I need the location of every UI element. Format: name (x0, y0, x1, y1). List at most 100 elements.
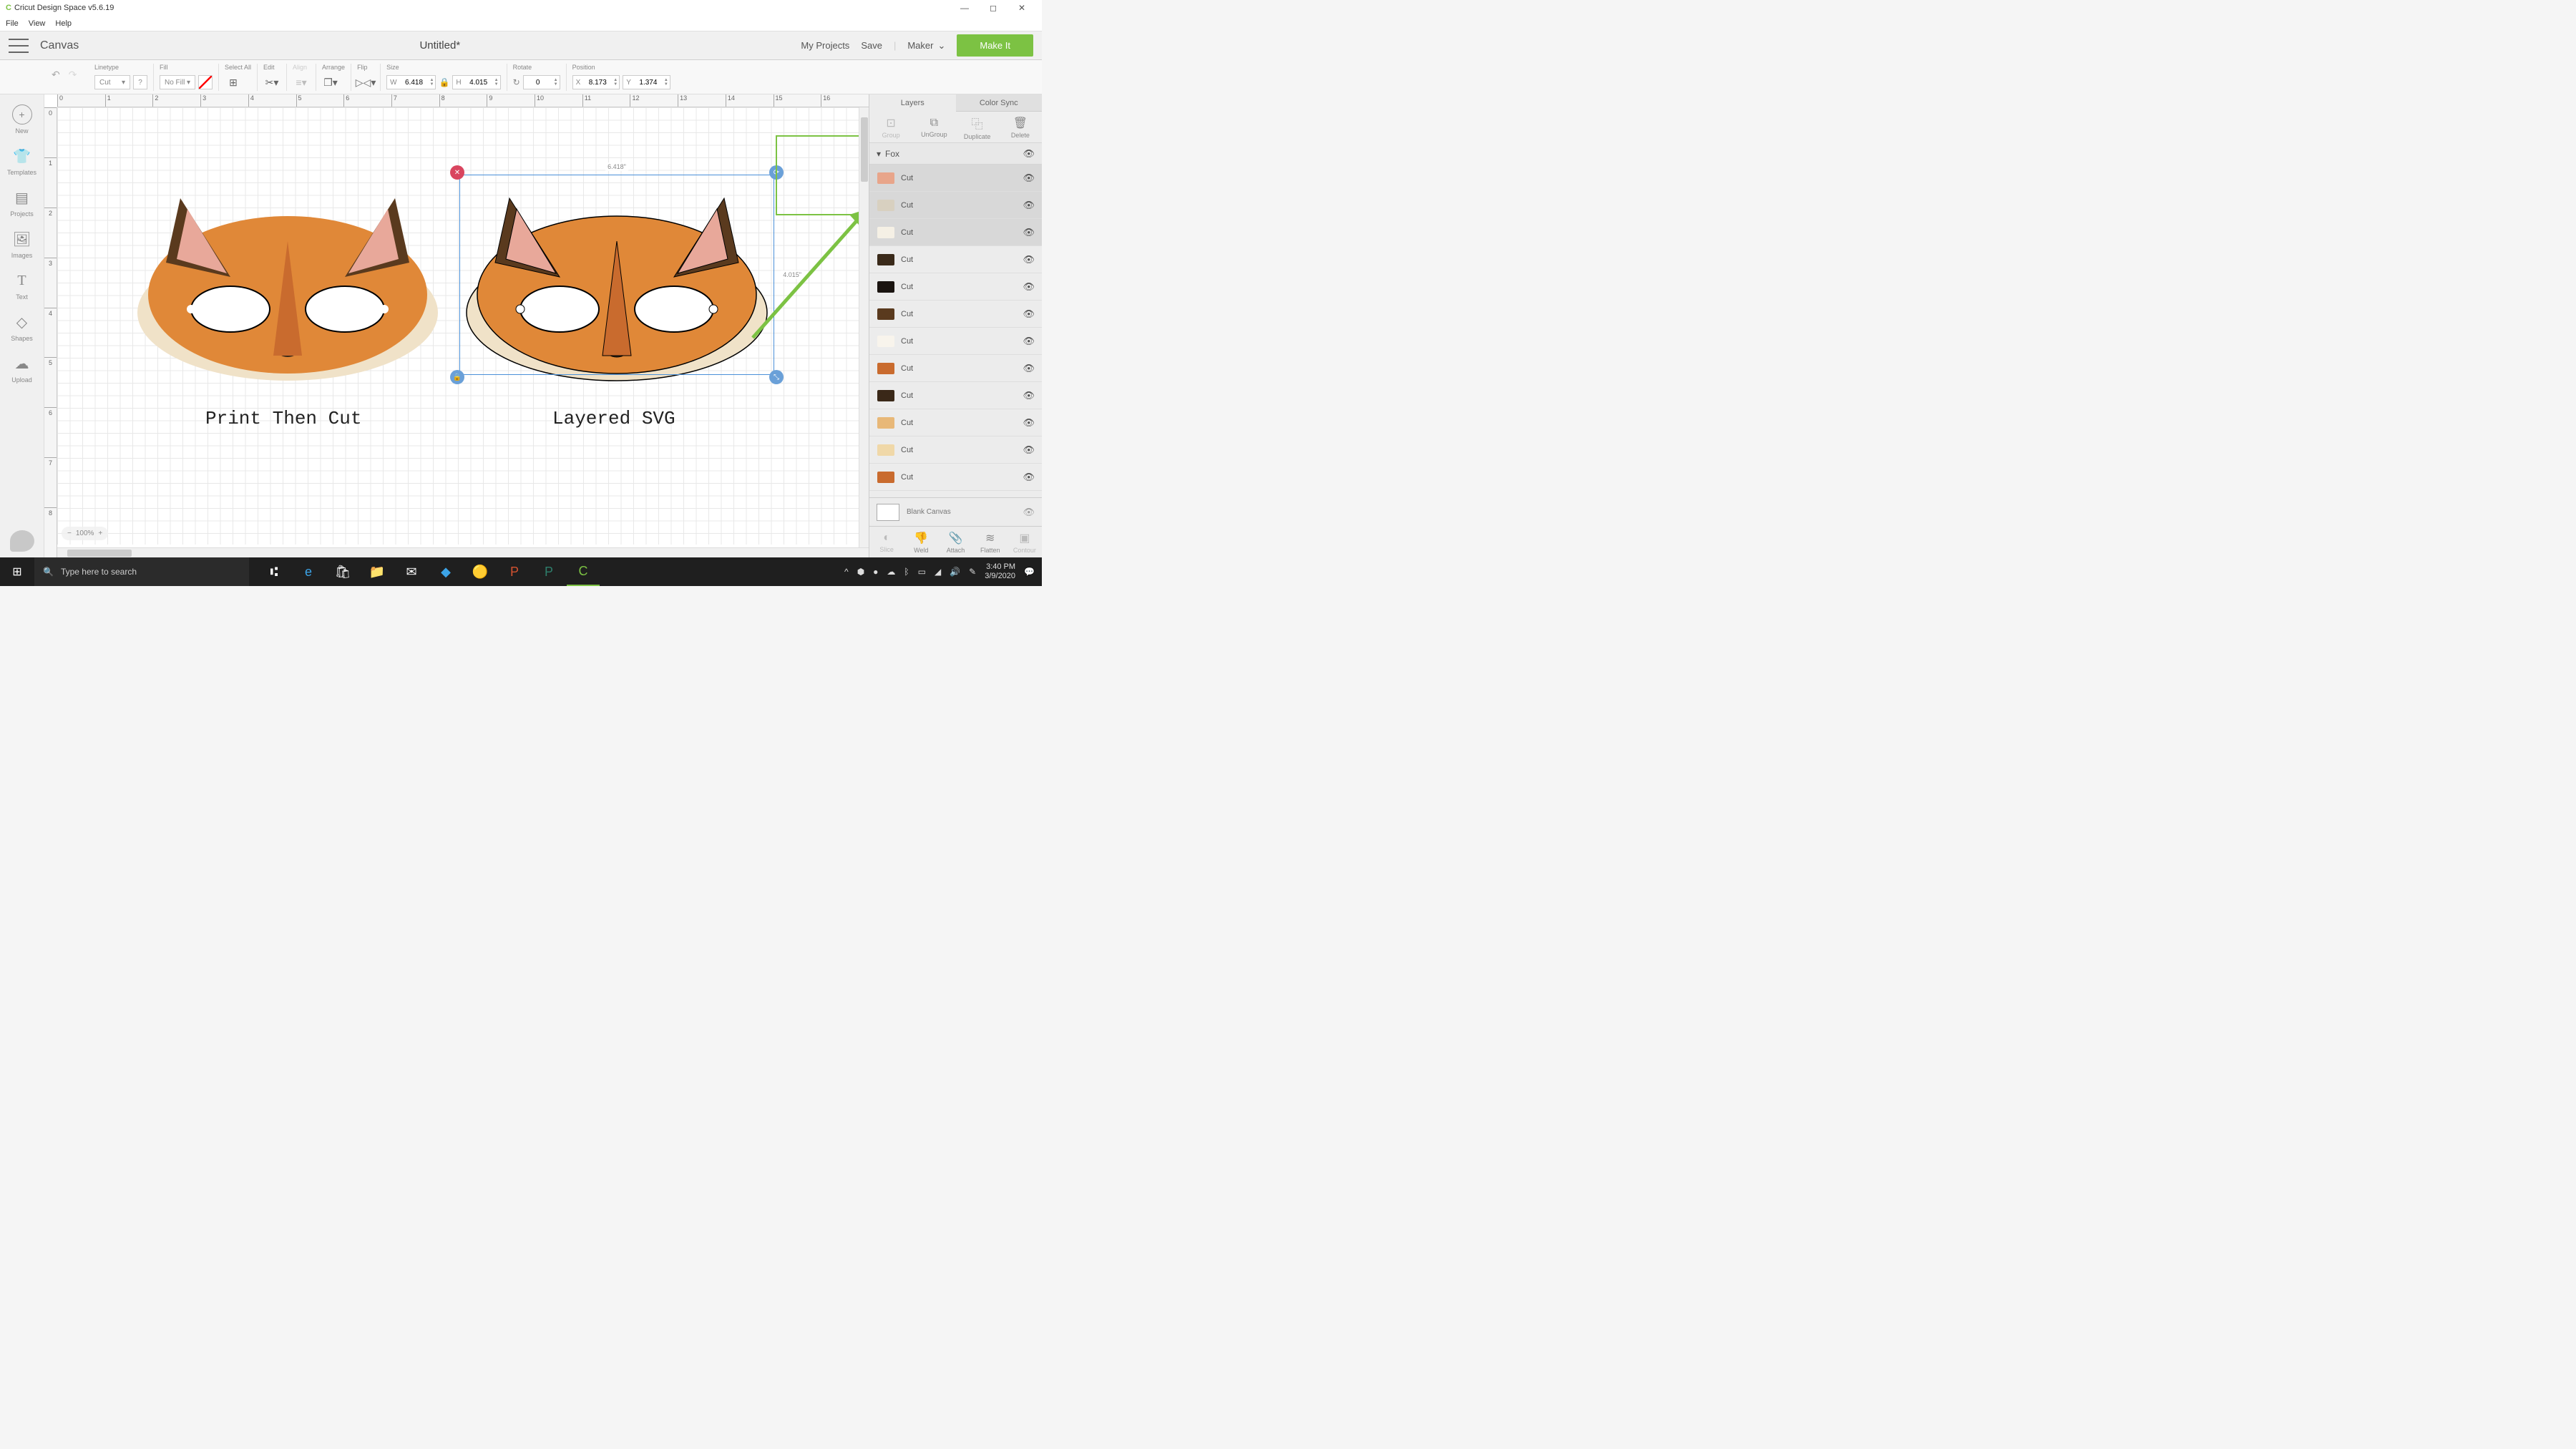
layer-row[interactable]: Cut👁 (869, 219, 1042, 246)
weld-button[interactable]: 👎Weld (904, 527, 938, 557)
menu-view[interactable]: View (29, 19, 46, 28)
notifications-icon[interactable]: 💬 (1024, 567, 1035, 577)
visibility-toggle[interactable]: 👁 (1023, 227, 1035, 238)
mail-icon[interactable]: ✉ (395, 557, 428, 586)
layer-row[interactable]: Cut👁 (869, 246, 1042, 273)
make-it-button[interactable]: Make It (957, 34, 1033, 57)
onedrive-icon[interactable]: ☁ (887, 567, 895, 577)
arrange-button[interactable]: ❐▾ (322, 74, 339, 91)
delete-button[interactable]: 🗑Delete (999, 112, 1042, 142)
sidebar-templates[interactable]: 👕Templates (0, 142, 44, 180)
bluetooth-icon[interactable]: ᛒ (904, 567, 909, 577)
dropbox-icon[interactable]: ⬢ (857, 567, 864, 577)
tab-layers[interactable]: Layers (869, 94, 956, 112)
edit-button[interactable]: ✂▾ (263, 74, 280, 91)
zoom-control[interactable]: − 100% + (62, 527, 108, 540)
layer-row[interactable]: Cut👁 (869, 301, 1042, 328)
group-button[interactable]: ⊡Group (869, 112, 912, 142)
redo-button[interactable]: ↷ (69, 69, 77, 81)
slice-button[interactable]: ◐Slice (869, 527, 904, 557)
input-icon[interactable]: ✎ (969, 567, 976, 577)
menu-file[interactable]: File (6, 19, 19, 28)
visibility-toggle[interactable]: 👁 (1023, 390, 1035, 401)
visibility-toggle[interactable]: 👁 (1023, 200, 1035, 211)
width-field[interactable] (400, 79, 429, 87)
scrollbar-vertical[interactable] (859, 107, 869, 547)
layer-row[interactable]: Cut👁 (869, 464, 1042, 491)
fill-dropdown[interactable]: No Fill▾ (160, 75, 195, 89)
layer-row[interactable]: Cut👁 (869, 436, 1042, 464)
powerpoint-icon[interactable]: P (498, 557, 531, 586)
flatten-button[interactable]: ≋Flatten (973, 527, 1008, 557)
visibility-toggle[interactable]: 👁 (1023, 472, 1035, 483)
fox-print-then-cut[interactable] (130, 170, 445, 384)
align-button[interactable]: ≡▾ (293, 74, 310, 91)
tab-color-sync[interactable]: Color Sync (956, 94, 1043, 112)
select-all-button[interactable]: ⊞ (225, 74, 242, 91)
visibility-toggle[interactable]: 👁 (1023, 148, 1035, 160)
tray-icon[interactable]: ● (873, 567, 878, 577)
visibility-toggle[interactable]: 👁 (1023, 444, 1035, 456)
visibility-toggle[interactable]: 👁 (1023, 254, 1035, 265)
sidebar-shapes[interactable]: ◇Shapes (0, 308, 44, 346)
menu-help[interactable]: Help (55, 19, 72, 28)
save-button[interactable]: Save (861, 40, 882, 51)
selection-delete-handle[interactable]: ✕ (450, 165, 464, 180)
duplicate-button[interactable]: ⿻Duplicate (956, 112, 999, 142)
zoom-in-icon[interactable]: + (98, 530, 102, 537)
sidebar-projects[interactable]: ▤Projects (0, 183, 44, 222)
linetype-dropdown[interactable]: Cut▾ (94, 75, 130, 89)
cricut-app-icon[interactable]: C (567, 557, 600, 586)
battery-icon[interactable]: ▭ (918, 567, 926, 577)
layer-group-header[interactable]: ▾ Fox 👁 (869, 143, 1042, 165)
visibility-toggle[interactable]: 👁 (1023, 308, 1035, 320)
sidebar-images[interactable]: 🖼Images (0, 225, 44, 263)
selection-lock-handle[interactable]: 🔒 (450, 370, 464, 384)
start-button[interactable]: ⊞ (0, 557, 34, 586)
layer-row[interactable]: Cut👁 (869, 273, 1042, 301)
y-input[interactable]: Y ▲▼ (623, 75, 670, 89)
ungroup-button[interactable]: ⧉UnGroup (912, 112, 955, 142)
publisher-icon[interactable]: P (532, 557, 565, 586)
lock-icon[interactable]: 🔒 (439, 77, 449, 87)
visibility-toggle[interactable]: 👁 (1023, 336, 1035, 347)
fill-swatch[interactable] (198, 75, 213, 89)
task-view-icon[interactable]: ⑆ (258, 557, 291, 586)
linetype-help[interactable]: ? (133, 75, 147, 89)
chat-bubble-icon[interactable] (10, 530, 34, 552)
layer-row[interactable]: Cut👁 (869, 382, 1042, 409)
chrome-icon[interactable]: 🟡 (464, 557, 497, 586)
hamburger-menu[interactable] (9, 39, 29, 53)
maximize-button[interactable]: ◻ (979, 3, 1008, 13)
edge-icon[interactable]: e (292, 557, 325, 586)
height-input[interactable]: H ▲▼ (452, 75, 500, 89)
store-icon[interactable]: 🛍 (326, 557, 359, 586)
sidebar-text[interactable]: TText (0, 266, 44, 305)
minimize-button[interactable]: — (950, 3, 979, 13)
width-input[interactable]: W ▲▼ (386, 75, 436, 89)
layer-row[interactable]: Cut👁 (869, 409, 1042, 436)
tray-chevron-icon[interactable]: ^ (844, 567, 849, 577)
y-field[interactable] (634, 79, 663, 87)
wifi-icon[interactable]: ◢ (935, 567, 941, 577)
visibility-toggle[interactable]: 👁 (1023, 172, 1035, 184)
rotate-input[interactable]: ▲▼ (523, 75, 560, 89)
machine-dropdown[interactable]: Maker ⌄ (907, 40, 945, 52)
layer-row[interactable]: Cut👁 (869, 328, 1042, 355)
undo-button[interactable]: ↶ (52, 69, 60, 81)
my-projects-link[interactable]: My Projects (801, 40, 849, 51)
height-field[interactable] (464, 79, 493, 87)
flip-button[interactable]: ▷◁▾ (357, 74, 374, 91)
x-field[interactable] (583, 79, 612, 87)
taskbar-search[interactable]: 🔍 Type here to search (34, 557, 249, 586)
sidebar-new[interactable]: +New (0, 100, 44, 139)
visibility-hidden-icon[interactable]: 👁 (1023, 507, 1035, 518)
sidebar-upload[interactable]: ☁Upload (0, 349, 44, 388)
contour-button[interactable]: ▣Contour (1008, 527, 1042, 557)
layer-row[interactable]: Cut👁 (869, 192, 1042, 219)
volume-icon[interactable]: 🔊 (950, 567, 960, 577)
taskbar-clock[interactable]: 3:40 PM 3/9/2020 (985, 562, 1015, 581)
x-input[interactable]: X ▲▼ (572, 75, 620, 89)
visibility-toggle[interactable]: 👁 (1023, 281, 1035, 293)
layer-row[interactable]: Cut👁 (869, 491, 1042, 497)
